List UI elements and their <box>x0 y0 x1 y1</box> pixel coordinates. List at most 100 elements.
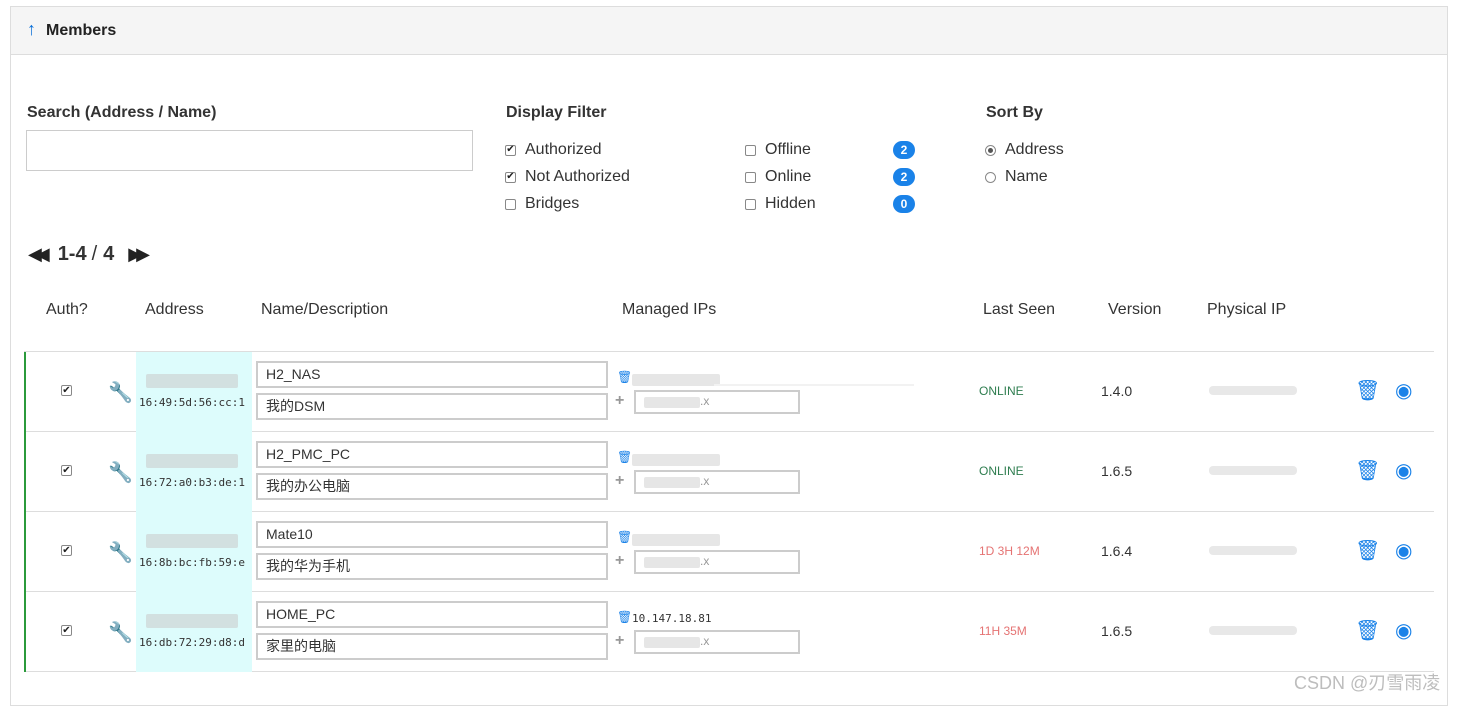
panel-header[interactable]: ↑ Members <box>11 7 1447 55</box>
arrow-up-icon[interactable]: ↑ <box>27 19 36 40</box>
pagination: ◀◀ 1-4 / 4 ▶▶ <box>28 243 150 266</box>
member-address: 16:72:a0:b3:de:1 <box>139 476 245 489</box>
trash-icon[interactable]: 🗑 <box>1355 458 1380 483</box>
member-address: 16:49:5d:56:cc:1 <box>139 396 245 409</box>
filter-bridges[interactable]: Bridges <box>505 195 579 213</box>
next-page-icon[interactable]: ▶▶ <box>128 244 150 265</box>
member-name-input[interactable]: H2_PMC_PC <box>256 441 608 468</box>
address-redacted <box>146 374 238 388</box>
auth-checkbox[interactable]: ✔ <box>61 465 72 476</box>
eye-slash-icon[interactable]: ◉ <box>1395 378 1412 403</box>
plus-icon[interactable]: + <box>615 632 624 650</box>
trash-icon[interactable]: 🗑 <box>617 610 632 624</box>
add-ip-input[interactable]: .x <box>634 390 800 414</box>
sort-address[interactable]: Address <box>985 141 1064 159</box>
wrench-icon[interactable]: 🔧 <box>108 540 133 565</box>
physical-ip-redacted <box>1209 626 1297 635</box>
member-name-input[interactable]: HOME_PC <box>256 601 608 628</box>
search-input[interactable] <box>26 130 473 171</box>
version: 1.6.5 <box>1101 463 1133 479</box>
page-range: 1-4 <box>57 243 87 265</box>
add-ip-redacted <box>644 397 700 408</box>
trash-icon[interactable]: 🗑 <box>1355 378 1380 403</box>
eye-slash-icon[interactable]: ◉ <box>1395 618 1412 643</box>
physical-ip-redacted <box>1209 386 1297 395</box>
header-physical-ip[interactable]: Physical IP <box>1207 301 1286 319</box>
member-address: 16:8b:bc:fb:59:e <box>139 556 245 569</box>
filter-offline[interactable]: Offline <box>745 141 811 159</box>
filter-not-authorized[interactable]: ✔ Not Authorized <box>505 168 630 186</box>
row-status-bar <box>24 352 26 432</box>
member-description-input[interactable]: 家里的电脑 <box>256 633 608 660</box>
row-status-bar <box>24 512 26 592</box>
auth-checkbox[interactable]: ✔ <box>61 545 72 556</box>
ip-suffix: .x <box>700 634 710 648</box>
managed-ip-redacted <box>632 534 720 546</box>
plus-icon[interactable]: + <box>615 552 624 570</box>
address-redacted <box>146 614 238 628</box>
wrench-icon[interactable]: 🔧 <box>108 460 133 485</box>
header-managed-ips[interactable]: Managed IPs <box>622 301 716 319</box>
online-count-badge: 2 <box>893 168 915 186</box>
trash-icon[interactable]: 🗑 <box>617 530 632 544</box>
eye-slash-icon[interactable]: ◉ <box>1395 458 1412 483</box>
auth-checkbox[interactable]: ✔ <box>61 625 72 636</box>
header-auth[interactable]: Auth? <box>46 301 88 319</box>
trash-icon[interactable]: 🗑 <box>1355 538 1380 563</box>
add-ip-redacted <box>644 557 700 568</box>
checkbox-icon[interactable] <box>745 198 756 210</box>
filter-hidden[interactable]: Hidden <box>745 195 816 213</box>
watermark: CSDN @刃雪雨凌 <box>1294 673 1441 693</box>
header-address[interactable]: Address <box>145 301 204 319</box>
radio-icon[interactable] <box>985 171 996 183</box>
last-seen: ONLINE <box>979 464 1024 478</box>
sort-name[interactable]: Name <box>985 168 1048 186</box>
add-ip-input[interactable]: .x <box>634 550 800 574</box>
ip-suffix: .x <box>700 554 710 568</box>
member-description-input[interactable]: 我的DSM <box>256 393 608 420</box>
member-description-input[interactable]: 我的办公电脑 <box>256 473 608 500</box>
previous-page-icon[interactable]: ◀◀ <box>28 244 50 265</box>
member-address: 16:db:72:29:d8:d <box>139 636 245 649</box>
table-row: ✔ 🔧 16:8b:bc:fb:59:e Mate10 我的华为手机 🗑 + .… <box>24 512 1434 592</box>
member-name-input[interactable]: Mate10 <box>256 521 608 548</box>
hidden-count-badge: 0 <box>893 195 915 213</box>
search-label: Search (Address / Name) <box>27 104 217 121</box>
trash-icon[interactable]: 🗑 <box>617 370 632 384</box>
last-seen: 1D 3H 12M <box>979 544 1040 558</box>
radio-selected-icon[interactable] <box>985 144 996 156</box>
wrench-icon[interactable]: 🔧 <box>108 380 133 405</box>
address-redacted <box>146 534 238 548</box>
header-version[interactable]: Version <box>1108 301 1161 319</box>
last-seen: ONLINE <box>979 384 1024 398</box>
filter-online[interactable]: Online <box>745 168 811 186</box>
header-last-seen[interactable]: Last Seen <box>983 301 1055 319</box>
header-name[interactable]: Name/Description <box>261 301 388 319</box>
plus-icon[interactable]: + <box>615 472 624 490</box>
trash-icon[interactable]: 🗑 <box>617 450 632 464</box>
checkbox-icon[interactable] <box>745 171 756 183</box>
trash-icon[interactable]: 🗑 <box>1355 618 1380 643</box>
address-cell: 16:8b:bc:fb:59:e <box>136 512 252 592</box>
table-row: ✔ 🔧 16:49:5d:56:cc:1 H2_NAS 我的DSM 🗑 + .x… <box>24 352 1434 432</box>
last-seen: 11H 35M <box>979 624 1027 638</box>
row-status-bar <box>24 432 26 512</box>
checkbox-checked-icon[interactable]: ✔ <box>505 144 516 156</box>
filter-authorized[interactable]: ✔ Authorized <box>505 141 602 159</box>
member-description-input[interactable]: 我的华为手机 <box>256 553 608 580</box>
version: 1.6.5 <box>1101 623 1133 639</box>
checkbox-icon[interactable] <box>505 198 516 210</box>
plus-icon[interactable]: + <box>615 392 624 410</box>
auth-checkbox[interactable]: ✔ <box>61 385 72 396</box>
add-ip-redacted <box>644 637 700 648</box>
add-ip-input[interactable]: .x <box>634 470 800 494</box>
ip-suffix: .x <box>700 474 710 488</box>
checkbox-icon[interactable] <box>745 144 756 156</box>
eye-slash-icon[interactable]: ◉ <box>1395 538 1412 563</box>
wrench-icon[interactable]: 🔧 <box>108 620 133 645</box>
checkbox-checked-icon[interactable]: ✔ <box>505 171 516 183</box>
add-ip-input[interactable]: .x <box>634 630 800 654</box>
managed-ip: 10.147.18.81 <box>632 612 712 625</box>
member-name-input[interactable]: H2_NAS <box>256 361 608 388</box>
managed-ip-redacted <box>632 454 720 466</box>
